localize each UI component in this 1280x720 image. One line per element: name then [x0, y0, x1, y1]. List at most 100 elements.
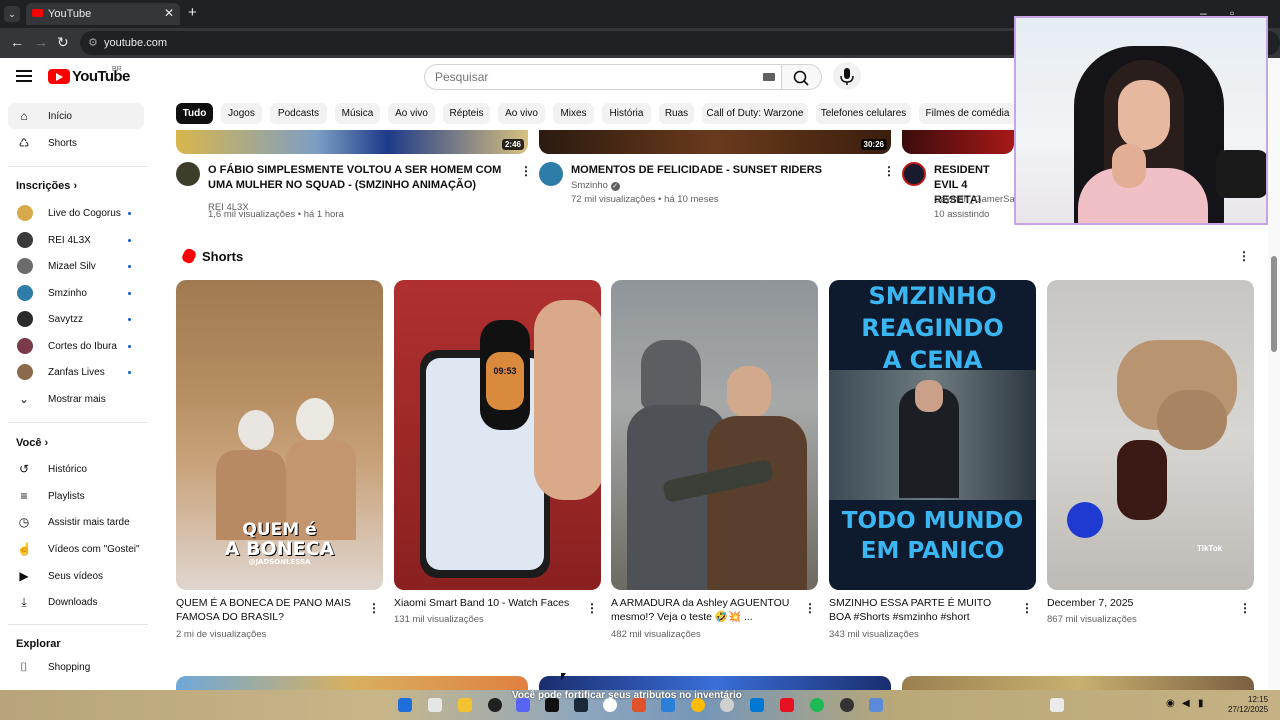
chip[interactable]: Ao vivo — [388, 103, 435, 124]
chip[interactable]: Call of Duty: Warzone — [702, 103, 808, 124]
chrome-icon[interactable] — [691, 698, 705, 712]
notification-badge-icon[interactable] — [1050, 698, 1064, 712]
short-thumbnail[interactable]: TikTok — [1047, 280, 1254, 590]
sidebar-item-downloads[interactable]: ⤓ Downloads — [8, 589, 144, 615]
subscriptions-heading[interactable]: Inscrições › — [16, 180, 77, 192]
sidebar-item-playlists[interactable]: ≡ Playlists — [8, 483, 144, 509]
voice-search-button[interactable] — [833, 62, 861, 90]
channel-name[interactable]: Smzinho ✓ — [571, 180, 620, 191]
chip[interactable]: Répteis — [443, 103, 490, 124]
discord-icon[interactable] — [516, 698, 530, 712]
battery-icon[interactable]: ▮ — [1198, 698, 1208, 712]
sidebar-item-history[interactable]: ↺ Histórico — [8, 456, 144, 482]
keyboard-icon[interactable] — [763, 73, 775, 81]
video-thumbnail[interactable]: 2:46 — [176, 130, 528, 154]
short-thumbnail[interactable]: SMZINHO REAGINDO A CENA TODO MUNDO EM PA… — [829, 280, 1036, 590]
tab-youtube[interactable]: YouTube ✕ — [26, 3, 180, 25]
channel-name[interactable]: Saymon_GamerSax — [934, 194, 1014, 205]
more-vert-icon[interactable]: ⋮ — [1021, 601, 1033, 615]
short-thumbnail[interactable]: QUEM é A BONECA @JADSONLESSA — [176, 280, 383, 590]
wifi-icon[interactable]: ◉ — [1166, 698, 1176, 712]
search-button[interactable] — [782, 64, 822, 90]
short-title[interactable]: QUEM É A BONECA DE PANO MAIS FAMOSA DO B… — [176, 596, 358, 624]
search-input[interactable] — [435, 70, 735, 84]
epic-games-icon[interactable] — [545, 698, 559, 712]
new-tab-button[interactable]: + — [188, 4, 197, 21]
file-explorer-icon[interactable] — [458, 698, 472, 712]
chip-tudo[interactable]: Tudo — [176, 103, 213, 124]
video-thumbnail[interactable] — [902, 130, 1014, 154]
back-icon[interactable]: ← — [10, 34, 24, 50]
more-vert-icon[interactable]: ⋮ — [1239, 601, 1251, 615]
app-icon[interactable] — [869, 698, 883, 712]
reload-icon[interactable]: ↻ — [57, 34, 69, 51]
sidebar-item-watch-later[interactable]: ◷ Assistir mais tarde — [8, 509, 144, 535]
edge-icon[interactable] — [750, 698, 764, 712]
sidebar-item-inicio[interactable]: ⌂ Início — [8, 103, 144, 129]
app-icon[interactable] — [603, 698, 617, 712]
video-thumbnail[interactable] — [176, 676, 528, 690]
sidebar-item-your-videos[interactable]: ▶ Seus vídeos — [8, 563, 144, 589]
tab-list-button[interactable]: ⌄ — [4, 6, 20, 22]
sidebar-item-subscription[interactable]: Smzinho — [8, 280, 144, 306]
chip[interactable]: Telefones celulares — [816, 103, 911, 124]
video-thumbnail[interactable] — [902, 676, 1254, 690]
app-icon[interactable] — [720, 698, 734, 712]
channel-avatar[interactable] — [902, 162, 926, 186]
video-card[interactable]: RESIDENT EVIL 4 RESETA! Saymon_GamerSax … — [902, 162, 1014, 222]
show-more-button[interactable]: ⌄ Mostrar mais — [8, 386, 144, 412]
chip[interactable]: Podcasts — [270, 103, 327, 124]
app-icon[interactable] — [488, 698, 502, 712]
windows-start-icon[interactable] — [398, 698, 412, 712]
video-thumbnail[interactable]: 30:26 — [539, 130, 891, 154]
short-title[interactable]: SMZINHO ESSA PARTE É MUITO BOA #Shorts #… — [829, 596, 1011, 624]
chip[interactable]: Ruas — [659, 103, 694, 124]
sidebar-item-shorts[interactable]: ♺ Shorts — [8, 130, 144, 156]
short-title[interactable]: December 7, 2025 — [1047, 596, 1229, 610]
chip[interactable]: Mixes — [553, 103, 594, 124]
you-heading[interactable]: Você › — [16, 437, 48, 449]
short-title[interactable]: A ARMADURA da Ashley AGUENTOU mesmo!? Ve… — [611, 596, 793, 624]
chip[interactable]: Filmes de comédia — [919, 103, 1016, 124]
task-view-icon[interactable] — [428, 698, 442, 712]
more-vert-icon[interactable]: ⋮ — [883, 164, 895, 178]
app-icon[interactable] — [632, 698, 646, 712]
short-title[interactable]: Xiaomi Smart Band 10 - Watch Faces — [394, 596, 576, 610]
sidebar-item-subscription[interactable]: Live do Cogorus — [8, 200, 144, 226]
chip[interactable]: Música — [335, 103, 380, 124]
chip[interactable]: Ao vivo — [498, 103, 545, 124]
more-vert-icon[interactable]: ⋮ — [804, 601, 816, 615]
system-clock[interactable]: 12:15 27/12/2025 — [1228, 695, 1268, 715]
scrollbar-track[interactable] — [1268, 58, 1280, 690]
video-thumbnail[interactable] — [539, 676, 891, 690]
app-icon[interactable] — [661, 698, 675, 712]
tab-close-icon[interactable]: ✕ — [164, 6, 174, 20]
sidebar-item-liked-videos[interactable]: ☝ Vídeos com "Gostei" — [8, 536, 144, 562]
sidebar-item-subscription[interactable]: Cortes do Ibura — [8, 333, 144, 359]
chip[interactable]: Jogos — [221, 103, 262, 124]
more-vert-icon[interactable]: ⋮ — [1238, 249, 1250, 263]
sidebar-item-subscription[interactable]: Mizael Silv — [8, 253, 144, 279]
sidebar-item-subscription[interactable]: REI 4L3X — [8, 227, 144, 253]
short-thumbnail[interactable]: 09:53 — [394, 280, 601, 590]
channel-avatar[interactable] — [539, 162, 563, 186]
app-icon[interactable] — [780, 698, 794, 712]
spotify-icon[interactable] — [810, 698, 824, 712]
search-box[interactable] — [424, 64, 782, 90]
more-vert-icon[interactable]: ⋮ — [586, 601, 598, 615]
channel-avatar[interactable] — [176, 162, 200, 186]
steam-icon[interactable] — [574, 698, 588, 712]
menu-icon[interactable] — [16, 70, 32, 82]
app-icon[interactable] — [840, 698, 854, 712]
video-title[interactable]: O FÁBIO SIMPLESMENTE VOLTOU A SER HOMEM … — [208, 163, 508, 193]
volume-icon[interactable]: ◀ — [1182, 698, 1192, 712]
more-vert-icon[interactable]: ⋮ — [368, 601, 380, 615]
youtube-logo-icon[interactable] — [48, 69, 70, 84]
site-info-icon[interactable]: ⚙ — [88, 36, 98, 49]
forward-icon[interactable]: → — [34, 34, 48, 50]
more-vert-icon[interactable]: ⋮ — [520, 164, 532, 178]
sidebar-item-shopping[interactable]: ⌷ Shopping — [8, 654, 144, 680]
sidebar-item-subscription[interactable]: Zanfas Lives — [8, 359, 144, 385]
chip[interactable]: História — [602, 103, 651, 124]
scrollbar-thumb[interactable] — [1271, 256, 1277, 352]
